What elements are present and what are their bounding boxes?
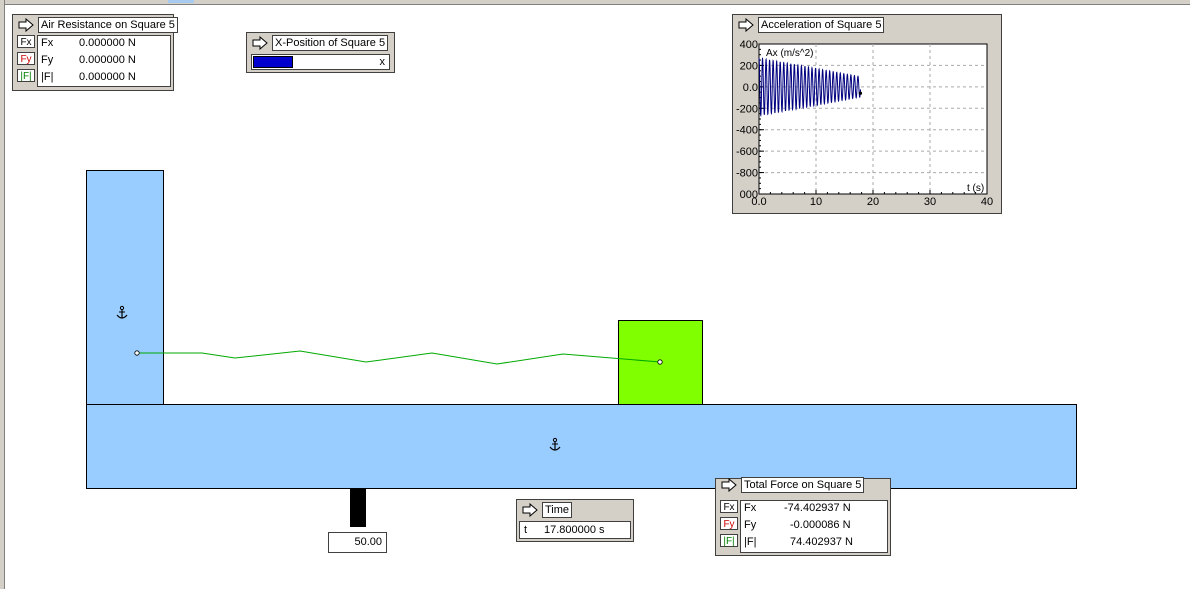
fx-button[interactable]: Fx: [720, 500, 738, 513]
meter-title: Total Force on Square 5: [741, 477, 865, 493]
document-tab[interactable]: [168, 0, 194, 3]
fy-button[interactable]: Fy: [17, 52, 35, 65]
y-tick-label: -400: [736, 125, 758, 137]
f-magnitude-button[interactable]: |F|: [720, 534, 738, 547]
arrow-right-icon[interactable]: [17, 18, 35, 32]
position-bar-fill: [253, 56, 293, 68]
y-tick-label: 400: [740, 39, 758, 51]
meter-title: X-Position of Square 5: [272, 35, 389, 51]
fy-button[interactable]: Fy: [720, 517, 738, 530]
y-tick-label: 0.0: [743, 82, 758, 94]
meter-title: Air Resistance on Square 5: [38, 17, 178, 33]
slider-value-field[interactable]: 50.00: [328, 532, 387, 553]
x-axis-label: t (s): [967, 183, 984, 194]
x-position-meter[interactable]: X-Position of Square 5 x: [246, 32, 395, 73]
vertical-body[interactable]: [86, 170, 164, 406]
f-magnitude-button[interactable]: |F|: [17, 69, 35, 82]
f-magnitude-label: |F|: [744, 536, 757, 548]
anchor-icon: [549, 437, 561, 451]
f-magnitude-value: 0.000000 N: [79, 71, 136, 83]
acceleration-endpoint: [858, 91, 863, 95]
fx-button[interactable]: Fx: [17, 35, 35, 48]
spring[interactable]: [130, 340, 670, 370]
fy-value: 0.000000 N: [79, 54, 136, 66]
y-tick-label: -200: [736, 103, 758, 115]
fy-label: Fy: [41, 54, 54, 66]
total-force-meter[interactable]: Total Force on Square 5 Fx Fx -74.402937 N…: [715, 477, 891, 556]
acceleration-graph[interactable]: Acceleration of Square 5 0.0 10 20 30 40 400 2…: [732, 14, 1002, 214]
anchor-icon: [116, 305, 128, 319]
y-tick-label: 200: [740, 60, 758, 72]
arrow-right-icon[interactable]: [521, 503, 539, 517]
x-tick-label: 30: [924, 196, 936, 208]
time-value: 17.800000 s: [544, 524, 605, 536]
window-left-border: [0, 0, 5, 589]
acceleration-plot[interactable]: 0.0 10 20 30 404002000.0-200-400-600-800000 …: [733, 15, 1001, 213]
x-tick-label: 40: [981, 196, 993, 208]
f-magnitude-value: 74.402937 N: [790, 536, 853, 548]
slider-bar[interactable]: [350, 489, 366, 527]
position-axis-label: x: [379, 56, 386, 68]
y-axis-label: Ax (m/s^2): [766, 48, 813, 59]
position-bar: x: [251, 54, 390, 70]
y-tick-label: -600: [736, 146, 758, 158]
time-label: t: [524, 524, 528, 536]
time-meter[interactable]: Time t 17.800000 s: [516, 499, 634, 542]
fx-value: 0.000000 N: [79, 37, 136, 49]
f-magnitude-label: |F|: [41, 71, 54, 83]
x-tick-label: 10: [810, 196, 822, 208]
fx-label: Fx: [41, 37, 54, 49]
fy-label: Fy: [744, 519, 757, 531]
fy-value: -0.000086 N: [790, 519, 851, 531]
x-tick-label: 20: [867, 196, 879, 208]
air-resistance-meter[interactable]: Air Resistance on Square 5 Fx Fx 0.000000 …: [12, 14, 178, 91]
meter-title: Time: [542, 502, 573, 518]
y-tick-label: -800: [736, 168, 758, 180]
arrow-right-icon[interactable]: [251, 36, 269, 50]
fx-label: Fx: [744, 502, 757, 514]
y-tick-label: 000: [740, 189, 758, 201]
arrow-right-icon[interactable]: [720, 478, 738, 492]
slider-value: 50.00: [354, 536, 382, 548]
floor-body[interactable]: [86, 404, 1077, 489]
fx-value: -74.402937 N: [784, 502, 851, 514]
